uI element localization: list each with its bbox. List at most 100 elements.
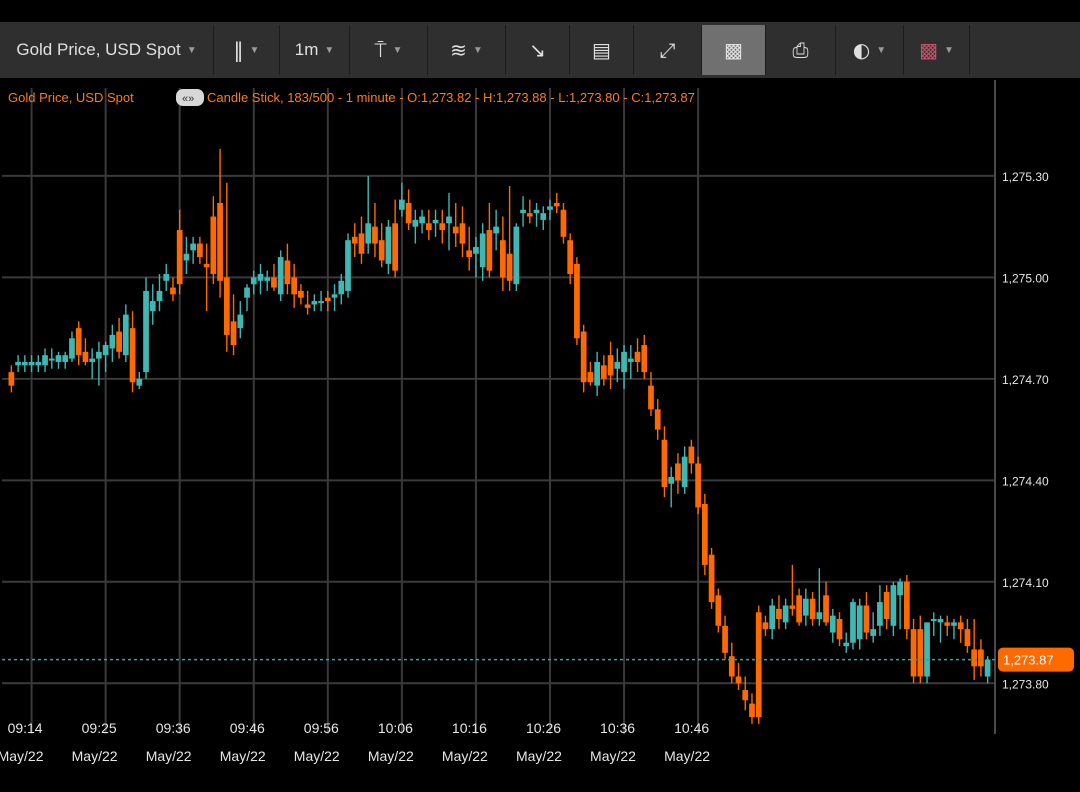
candle-body: [668, 476, 675, 484]
x-tick-time: 09:46: [230, 720, 265, 736]
candle-body: [399, 199, 405, 210]
candle-body: [459, 223, 466, 244]
chevron-down-icon: ▼: [876, 44, 887, 56]
candle-body: [405, 202, 412, 224]
y-axis: 1,275.30 1,275.00 1,274.70 1,274.40 1,274.10…: [1002, 170, 1049, 691]
candle-body: [55, 355, 62, 362]
candle-body: [486, 230, 493, 271]
compare-icon: ↘: [529, 38, 546, 62]
chart-area[interactable]: 1,275.30 1,275.00 1,274.70 1,274.40 1,274.10…: [0, 80, 1080, 770]
instrument-dropdown[interactable]: Gold Price, USD Spot ▼: [0, 25, 214, 75]
candle-type-dropdown[interactable]: ‖ ▼: [214, 25, 280, 75]
flag-icon: ▩: [919, 38, 938, 62]
candle-body: [863, 605, 870, 633]
x-tick-date: May/22: [72, 748, 118, 764]
candle-body: [688, 446, 695, 464]
candle-body: [250, 277, 257, 285]
x-tick-date: May/22: [294, 748, 340, 764]
y-tick-label: 1,274.40: [1002, 474, 1049, 488]
y-tick-label: 1,273.80: [1002, 677, 1049, 691]
candle-body: [890, 585, 897, 626]
fullscreen-icon: ⤢: [659, 38, 676, 62]
candle-body: [910, 629, 917, 677]
candle-body: [237, 314, 244, 329]
candle-body: [870, 629, 877, 636]
candle-body: [715, 595, 722, 626]
candle-body: [291, 277, 298, 295]
candle-body: [35, 361, 42, 366]
fullscreen-button[interactable]: ⤢: [634, 25, 702, 75]
candle-body: [446, 216, 452, 224]
y-tick-label: 1,275.30: [1002, 170, 1049, 184]
candle-body: [271, 277, 277, 288]
info-ohlc-details: Candle Stick, 183/500 - 1 minute - O:1,2…: [207, 90, 695, 105]
candle-body: [627, 358, 634, 362]
candle-type-icon: ‖: [233, 38, 244, 62]
drawing-icon: ▤: [592, 38, 611, 62]
indicators-icon: ≋: [450, 38, 467, 62]
candle-body: [412, 219, 419, 227]
candle-body: [15, 361, 21, 366]
candle-body: [75, 328, 82, 356]
candle-body: [378, 240, 385, 261]
interval-dropdown[interactable]: 1m ▼: [280, 25, 350, 75]
candle-body: [513, 226, 520, 285]
candle-body: [903, 581, 910, 630]
x-tick-date: May/22: [0, 748, 44, 764]
candle-body: [439, 223, 446, 231]
candle-body: [143, 290, 149, 373]
candle-body: [170, 287, 176, 295]
candle-body: [560, 209, 567, 237]
candle-body: [742, 690, 749, 701]
candlestick-chart[interactable]: 1,275.30 1,275.00 1,274.70 1,274.40 1,274.10…: [0, 80, 1080, 770]
candle-body: [109, 334, 116, 349]
candle-body: [190, 243, 197, 251]
candle-body: [8, 372, 15, 386]
indicators-dropdown[interactable]: ≋ ▼: [428, 25, 506, 75]
candle-body: [978, 649, 984, 667]
candle-body: [883, 591, 890, 620]
candle-body: [419, 216, 425, 224]
candle-body: [621, 351, 627, 373]
candle-body: [749, 703, 755, 718]
chart-type-icon: ⍑: [374, 38, 387, 62]
candle-body: [944, 622, 951, 626]
candle-body: [607, 355, 614, 376]
candle-body: [594, 361, 600, 386]
candle-body: [600, 365, 607, 379]
candle-body: [129, 328, 136, 383]
chevron-down-icon: ▼: [186, 44, 197, 56]
print-button[interactable]: ⎙: [766, 25, 836, 75]
chevron-down-icon: ▼: [249, 44, 260, 56]
candle-body: [351, 236, 358, 244]
drawing-button[interactable]: ▤: [570, 25, 634, 75]
candle-body: [675, 463, 681, 481]
compare-button[interactable]: ↘: [506, 25, 570, 75]
language-dropdown[interactable]: ▩ ▼: [904, 25, 970, 75]
chart-type-dropdown[interactable]: ⍑ ▼: [350, 25, 428, 75]
theme-dropdown[interactable]: ◐ ▼: [836, 25, 904, 75]
candle-body: [304, 304, 311, 308]
candle-body: [526, 213, 533, 217]
candle-body: [21, 361, 28, 366]
candle-body: [345, 240, 351, 291]
candle-body: [829, 615, 836, 633]
bar-chart-icon: ▩: [724, 38, 743, 62]
candle-body: [877, 602, 883, 626]
candle-body: [802, 598, 809, 616]
candle-body: [614, 361, 621, 369]
candle-body: [392, 223, 399, 271]
candle-body: [957, 622, 964, 630]
candle-body: [533, 209, 540, 214]
chevron-down-icon: ▼: [944, 44, 954, 56]
bar-chart-button[interactable]: ▩: [702, 25, 766, 75]
candle-body: [136, 378, 143, 386]
x-tick-time: 10:46: [674, 720, 709, 736]
print-icon: ⎙: [792, 38, 809, 62]
candle-body: [735, 676, 742, 684]
y-tick-label: 1,274.70: [1002, 373, 1049, 387]
candle-body: [708, 554, 715, 603]
candle-body: [695, 463, 701, 508]
candle-body: [850, 602, 856, 643]
x-tick-time: 10:26: [526, 720, 561, 736]
